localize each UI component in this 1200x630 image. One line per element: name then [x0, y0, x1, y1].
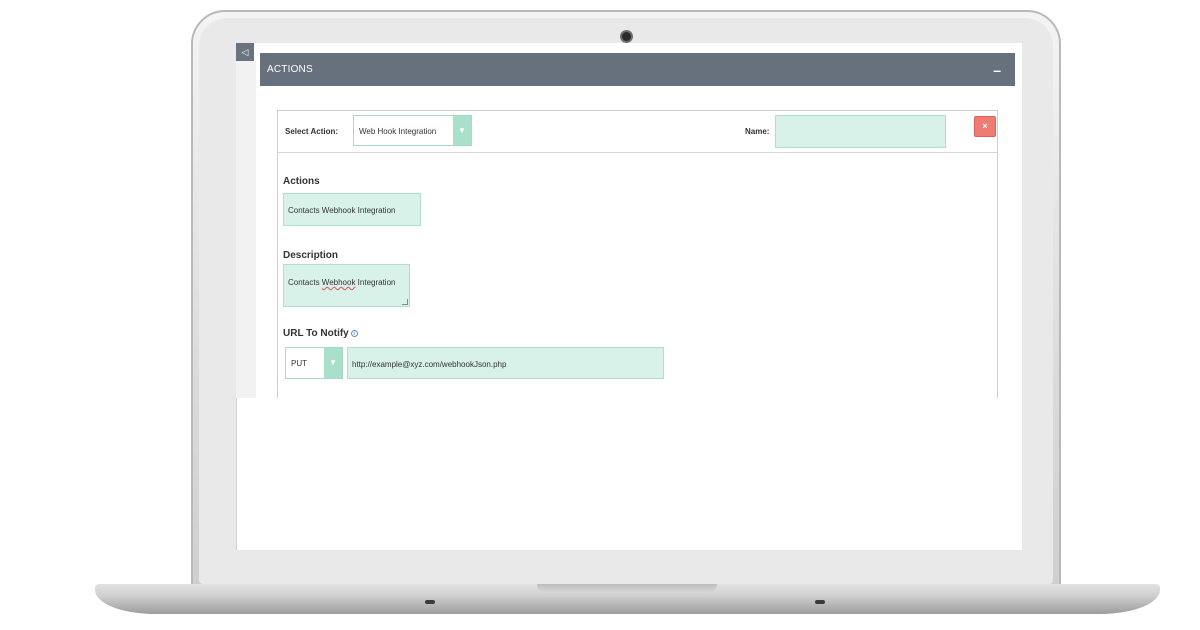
description-field-label: Description — [283, 250, 339, 261]
close-icon[interactable]: × — [974, 116, 996, 137]
description-prefix: Contacts — [288, 278, 322, 287]
url-method-dropdown[interactable]: PUT ▼ — [285, 347, 343, 379]
name-label: Name: — [745, 127, 770, 136]
name-field[interactable] — [775, 115, 946, 148]
action-box: Select Action: Web Hook Integration ▼ Na… — [277, 110, 998, 410]
camera-icon — [620, 30, 633, 43]
laptop-notch — [537, 584, 717, 593]
minimize-button[interactable]: – — [993, 62, 1001, 78]
select-action-label: Select Action: — [285, 127, 339, 136]
description-suffix: Integration — [355, 278, 396, 287]
laptop-screen: ◁ ACTIONS – Select Action: Web Hook Inte… — [236, 43, 1022, 550]
url-label-text: URL To Notify — [283, 328, 349, 339]
actions-field-label: Actions — [283, 176, 320, 187]
resize-grip-icon[interactable] — [402, 299, 408, 305]
actions-panel-header[interactable]: ACTIONS – — [260, 53, 1015, 86]
description-textarea[interactable]: Contacts Webhook Integration — [283, 264, 410, 307]
laptop-foot — [815, 600, 825, 604]
panel-title: ACTIONS — [267, 64, 313, 75]
chevron-down-icon[interactable]: ▼ — [324, 348, 342, 378]
actions-panel-body: Select Action: Web Hook Integration ▼ Na… — [260, 86, 1015, 410]
chevron-down-icon[interactable]: ▼ — [453, 116, 471, 145]
actions-field[interactable]: Contacts Webhook Integration — [283, 193, 421, 226]
url-field-label: URL To Notify i — [283, 328, 358, 339]
screen-blank-area — [236, 398, 1022, 550]
url-method-value: PUT — [291, 359, 307, 368]
select-action-dropdown[interactable]: Web Hook Integration ▼ — [353, 115, 472, 146]
action-top-row: Select Action: Web Hook Integration ▼ Na… — [278, 111, 997, 153]
info-icon[interactable]: i — [350, 329, 358, 337]
url-to-notify-input[interactable]: http://example@xyz.com/webhookJson.php — [347, 347, 664, 379]
collapse-left-icon[interactable]: ◁ — [236, 43, 254, 61]
description-misspelled-word: Webhook — [321, 278, 356, 287]
laptop-foot — [425, 600, 435, 604]
select-action-value: Web Hook Integration — [359, 127, 437, 136]
left-rail — [236, 61, 256, 398]
